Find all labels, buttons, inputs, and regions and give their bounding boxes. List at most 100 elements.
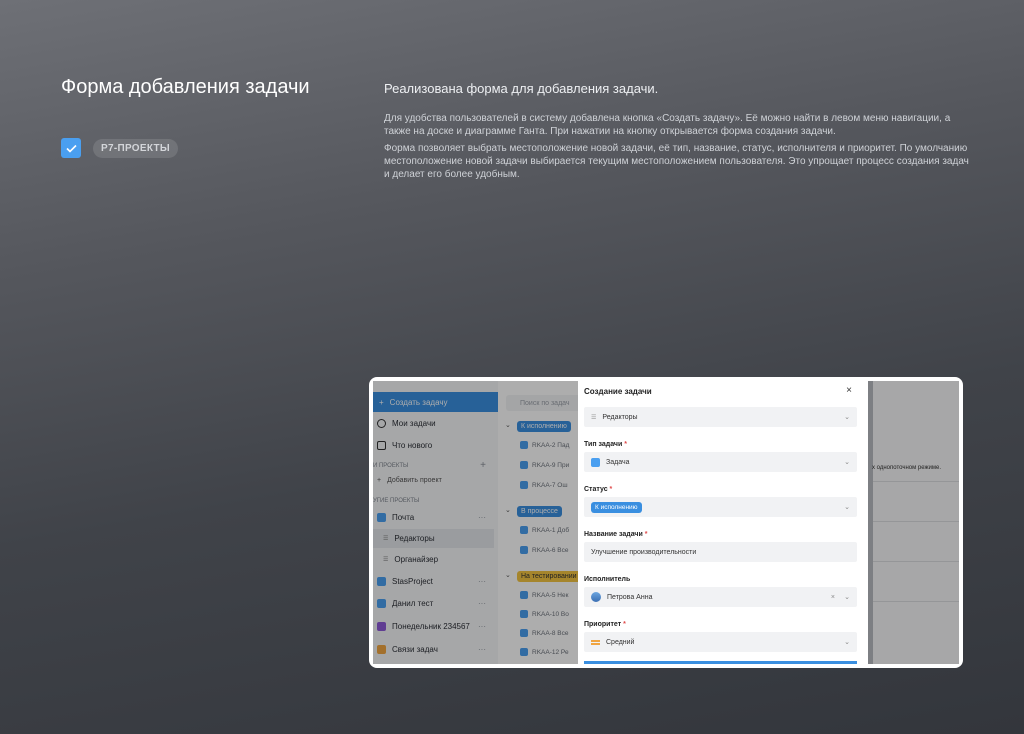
checkbox-icon[interactable] (520, 546, 528, 554)
task-label: RKAA-12 Ре (532, 648, 569, 656)
checkbox-icon[interactable] (520, 648, 528, 656)
project-tag: P7-ПРОЕКТЫ (93, 138, 178, 158)
task-label: RKAA-2 Пад (532, 441, 570, 449)
sidebar-item-whats-new[interactable]: Что нового (377, 441, 432, 450)
section-other-projects: УГИЕ ПРОЕКТЫ (373, 498, 420, 504)
sidebar: + Создать задачу Мои задачи Что нового И… (373, 381, 498, 664)
checkbox-icon[interactable] (520, 526, 528, 534)
project-icon (377, 645, 386, 654)
task-row[interactable]: RKAA-8 Все (520, 629, 569, 637)
search-input[interactable]: Поиск по задач (506, 395, 581, 411)
more-icon[interactable]: ··· (478, 577, 486, 586)
chevron-down-icon: ⌄ (844, 459, 850, 466)
assignee-label: Исполнитель (584, 576, 631, 583)
sidebar-item-project[interactable]: Связи задач (377, 645, 438, 654)
task-row[interactable]: RKAA-6 Все (520, 546, 569, 554)
paragraph-1: Для удобства пользователей в систему доб… (384, 113, 951, 137)
task-row[interactable]: RKAA-2 Пад (520, 441, 569, 449)
project-label: Редакторы (394, 534, 435, 543)
submit-button[interactable] (584, 661, 857, 664)
chevron-down-icon: ⌄ (844, 639, 850, 646)
type-label: Тип задачи * (584, 441, 627, 448)
project-label: Органайзер (394, 555, 439, 564)
task-label: RKAA-9 При (532, 461, 570, 469)
assignee-select[interactable]: Петрова Анна × ⌄ (584, 587, 857, 607)
project-label: Почта (392, 513, 415, 522)
add-icon[interactable]: + (480, 460, 486, 471)
section-my-projects: И ПРОЕКТЫ (373, 463, 409, 469)
checkbox-icon[interactable] (520, 610, 528, 618)
chevron-down-icon[interactable]: ⌄ (505, 571, 511, 579)
sidebar-item-project[interactable]: Данил тест (377, 599, 433, 608)
check-circle-icon (377, 419, 386, 428)
app-screenshot: + Создать задачу Мои задачи Что нового И… (373, 381, 959, 664)
sidebar-item-project[interactable]: StasProject (377, 577, 433, 586)
add-project-link[interactable]: + Добавить проект (377, 477, 442, 484)
project-icon (377, 577, 386, 586)
add-project-label: Добавить проект (387, 477, 442, 484)
type-select[interactable]: Задача ⌄ (584, 452, 857, 472)
plus-icon: + (379, 397, 384, 407)
paragraph-2: Форма позволяет выбрать местоположение н… (384, 143, 969, 180)
name-label: Название задачи * (584, 531, 648, 538)
checkbox-icon[interactable] (520, 481, 528, 489)
assignee-value: Петрова Анна (607, 593, 653, 601)
task-label: RKAA-6 Все (532, 546, 569, 554)
page-title: Форма добавления задачи (61, 76, 310, 98)
project-icon (377, 599, 386, 608)
create-task-button[interactable]: + Создать задачу (373, 392, 498, 412)
checkbox-icon[interactable] (520, 441, 528, 449)
headline: Реализована форма для добавления задачи. (384, 81, 659, 96)
task-row[interactable]: RKAA-1 Доб (520, 526, 569, 534)
task-name-input[interactable]: Улучшение производительности (584, 542, 857, 562)
group-status: К исполнению (517, 421, 571, 432)
task-row[interactable]: RKAA-5 Нек (520, 591, 568, 599)
panel-text: х однопоточном режиме. (872, 465, 942, 471)
chevron-down-icon: ⌄ (844, 594, 850, 601)
sidebar-item-my-tasks[interactable]: Мои задачи (377, 419, 436, 428)
priority-select[interactable]: Средний ⌄ (584, 632, 857, 652)
task-name-value: Улучшение производительности (591, 548, 697, 556)
sidebar-item-subproject[interactable]: ☰ Редакторы (383, 534, 435, 543)
project-label: StasProject (392, 577, 433, 586)
status-select[interactable]: К исполнению ⌄ (584, 497, 857, 517)
search-placeholder: Поиск по задач (520, 399, 570, 407)
clear-icon[interactable]: × (831, 594, 835, 601)
more-icon[interactable]: ··· (478, 513, 486, 522)
task-row[interactable]: RKAA-10 Во (520, 610, 569, 618)
task-row[interactable]: RKAA-7 Ош (520, 481, 568, 489)
task-row[interactable]: RKAA-9 При (520, 461, 569, 469)
task-row[interactable]: RKAA-12 Ре (520, 648, 569, 656)
plus-icon: + (377, 477, 382, 484)
task-label: RKAA-5 Нек (532, 591, 569, 599)
description: Реализована форма для добавления задачи.… (384, 81, 974, 185)
sidebar-item-project[interactable]: Почта (377, 513, 414, 522)
sidebar-item-label: Мои задачи (392, 419, 436, 428)
priority-medium-icon (591, 639, 600, 645)
checkbox-icon (61, 138, 81, 158)
avatar (591, 592, 601, 602)
project-label: Связи задач (392, 645, 438, 654)
modal-title: Создание задачи (584, 387, 652, 396)
list-icon: ☰ (591, 414, 597, 421)
close-icon[interactable]: × (846, 385, 852, 396)
priority-value: Средний (606, 638, 635, 646)
more-icon[interactable]: ··· (478, 599, 486, 608)
checkbox-icon[interactable] (520, 461, 528, 469)
list-icon: ☰ (383, 536, 389, 542)
chevron-down-icon[interactable]: ⌄ (505, 506, 511, 514)
create-task-label: Создать задачу (389, 397, 448, 407)
screenshot-frame: + Создать задачу Мои задачи Что нового И… (369, 377, 963, 668)
more-icon[interactable]: ··· (478, 645, 486, 654)
location-select[interactable]: ☰ Редакторы ⌄ (584, 407, 857, 427)
project-label: Данил тест (392, 599, 434, 608)
task-label: RKAA-10 Во (532, 610, 569, 618)
sidebar-item-project[interactable]: Понедельник 234567 (377, 622, 470, 631)
chevron-down-icon[interactable]: ⌄ (505, 421, 511, 429)
more-icon[interactable]: ··· (478, 622, 486, 631)
task-label: RKAA-1 Доб (532, 526, 570, 534)
checkbox-icon[interactable] (520, 591, 528, 599)
sidebar-item-subproject[interactable]: ☰ Органайзер (383, 555, 438, 564)
task-board: Поиск по задач ⌄ К исполнению RKAA-2 Пад… (498, 381, 581, 664)
checkbox-icon[interactable] (520, 629, 528, 637)
